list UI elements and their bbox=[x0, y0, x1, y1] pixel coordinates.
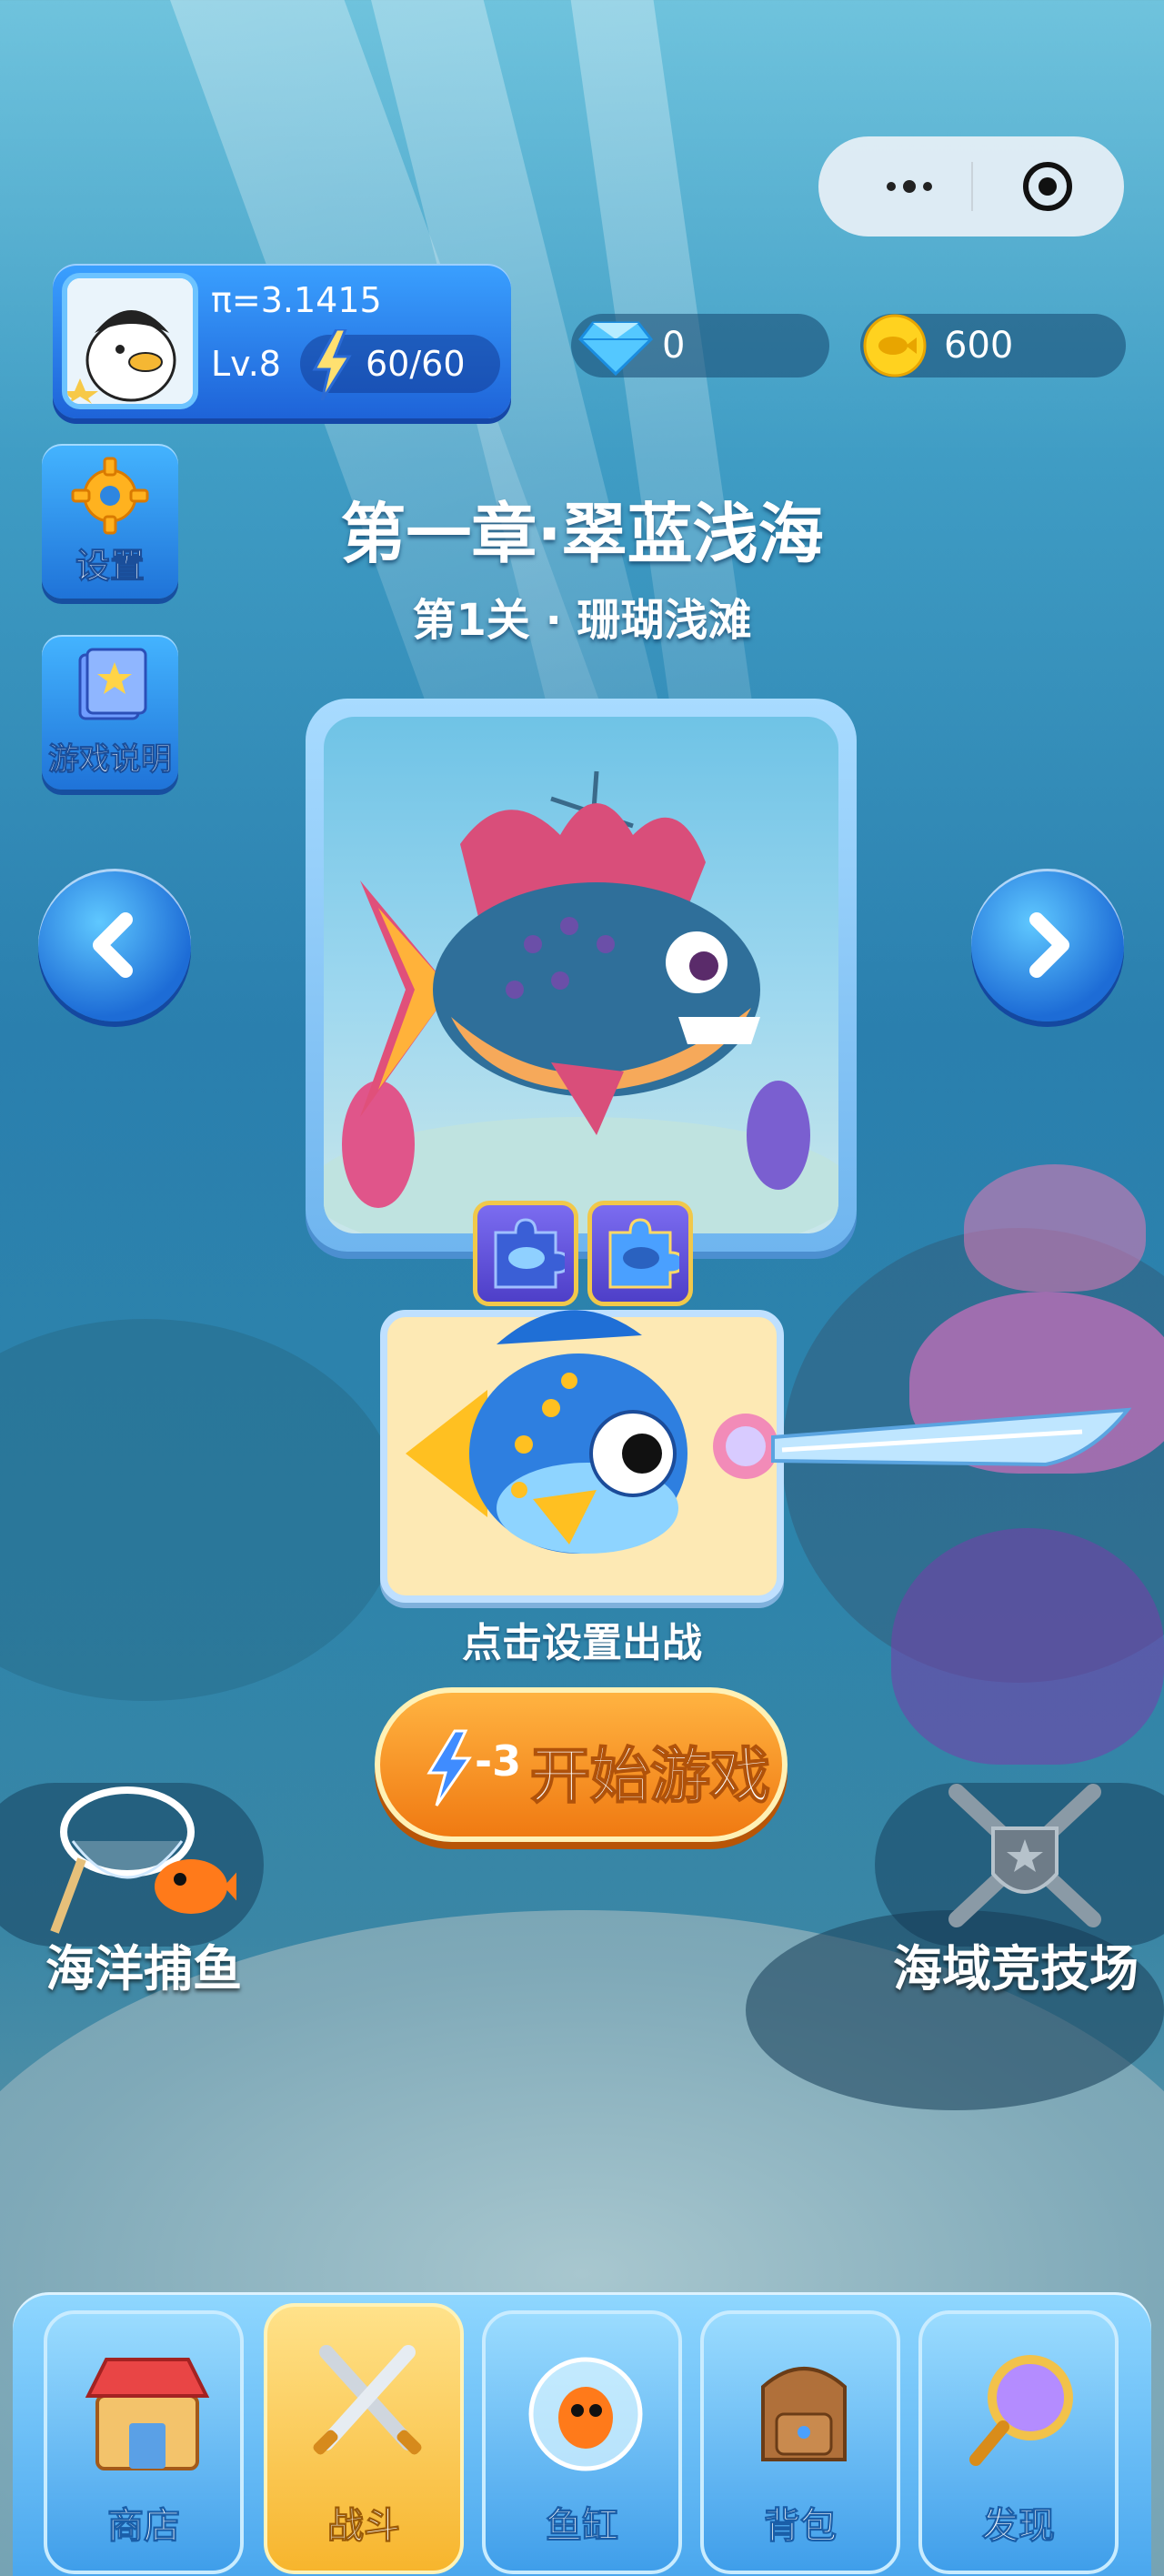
game-guide-button[interactable]: 游戏说明 bbox=[42, 635, 178, 790]
sea-arena-button[interactable] bbox=[875, 1783, 1164, 1947]
chapter-title: 第一章·翠蓝浅海 bbox=[340, 496, 824, 572]
backpack-icon bbox=[761, 2367, 847, 2461]
nav-discover-label: 发现 bbox=[982, 2505, 1056, 2548]
chevron-left-icon bbox=[93, 912, 133, 978]
magnifier-icon bbox=[969, 2355, 1073, 2466]
fish-coin-icon bbox=[863, 314, 927, 377]
lightning-icon bbox=[312, 329, 352, 400]
nav-battle[interactable]: 战斗 bbox=[264, 2303, 464, 2574]
shop-icon bbox=[85, 2358, 210, 2470]
ocean-fishing-label: 海洋捕鱼 bbox=[45, 1940, 242, 1997]
nav-fishbowl[interactable]: 鱼缸 bbox=[482, 2310, 682, 2574]
nav-backpack[interactable]: 背包 bbox=[700, 2310, 900, 2574]
lightning-icon bbox=[426, 1729, 472, 1806]
diamond-counter[interactable]: 0 bbox=[571, 314, 829, 377]
duck-avatar-icon bbox=[67, 278, 193, 404]
nav-shop-label: 商店 bbox=[107, 2505, 181, 2548]
coin-counter[interactable]: 600 bbox=[860, 314, 1126, 377]
start-game-label: 开始游戏 bbox=[529, 1740, 771, 1812]
sword-weapon-icon[interactable] bbox=[700, 1374, 1137, 1519]
nav-battle-label: 战斗 bbox=[327, 2505, 401, 2548]
energy-value: 60/60 bbox=[366, 344, 466, 384]
diamond-count: 0 bbox=[662, 325, 686, 367]
miniapp-capsule bbox=[818, 136, 1124, 236]
boss-preview-card[interactable] bbox=[306, 699, 857, 1252]
next-level-button[interactable] bbox=[971, 869, 1124, 1021]
fishbowl-icon bbox=[528, 2357, 643, 2471]
start-game-button[interactable]: -3 开始游戏 bbox=[375, 1687, 788, 1842]
coin-count: 600 bbox=[944, 325, 1014, 367]
level-subtitle: 第1关 · 珊瑚浅滩 bbox=[412, 595, 752, 646]
more-options-icon[interactable] bbox=[864, 136, 955, 236]
chevron-right-icon bbox=[1029, 912, 1069, 978]
avatar[interactable] bbox=[62, 273, 198, 409]
nav-shop[interactable]: 商店 bbox=[44, 2310, 244, 2574]
previous-level-button[interactable] bbox=[38, 869, 191, 1021]
nav-discover[interactable]: 发现 bbox=[918, 2310, 1119, 2574]
sea-arena-label: 海域竞技场 bbox=[893, 1940, 1139, 1997]
swords-icon bbox=[313, 2345, 422, 2455]
player-name: π=3.1415 bbox=[211, 280, 382, 320]
nav-backpack-label: 背包 bbox=[764, 2505, 838, 2548]
nav-fishbowl-label: 鱼缸 bbox=[546, 2505, 619, 2548]
guide-book-icon bbox=[78, 648, 147, 720]
fishing-net-icon bbox=[50, 1786, 236, 1934]
diamond-icon bbox=[578, 321, 653, 376]
close-target-icon[interactable] bbox=[1020, 159, 1075, 214]
game-guide-label: 游戏说明 bbox=[48, 741, 173, 779]
deploy-hint: 点击设置出战 bbox=[462, 1620, 702, 1666]
player-level: Lv.8 bbox=[211, 344, 281, 384]
energy-cost: -3 bbox=[475, 1736, 522, 1786]
player-profile-panel[interactable]: π=3.1415 Lv.8 60/60 bbox=[53, 264, 511, 418]
ocean-fishing-button[interactable] bbox=[0, 1783, 264, 1947]
crossed-swords-shield-icon bbox=[948, 1784, 1101, 1927]
boss-piranha-image bbox=[324, 770, 838, 1233]
